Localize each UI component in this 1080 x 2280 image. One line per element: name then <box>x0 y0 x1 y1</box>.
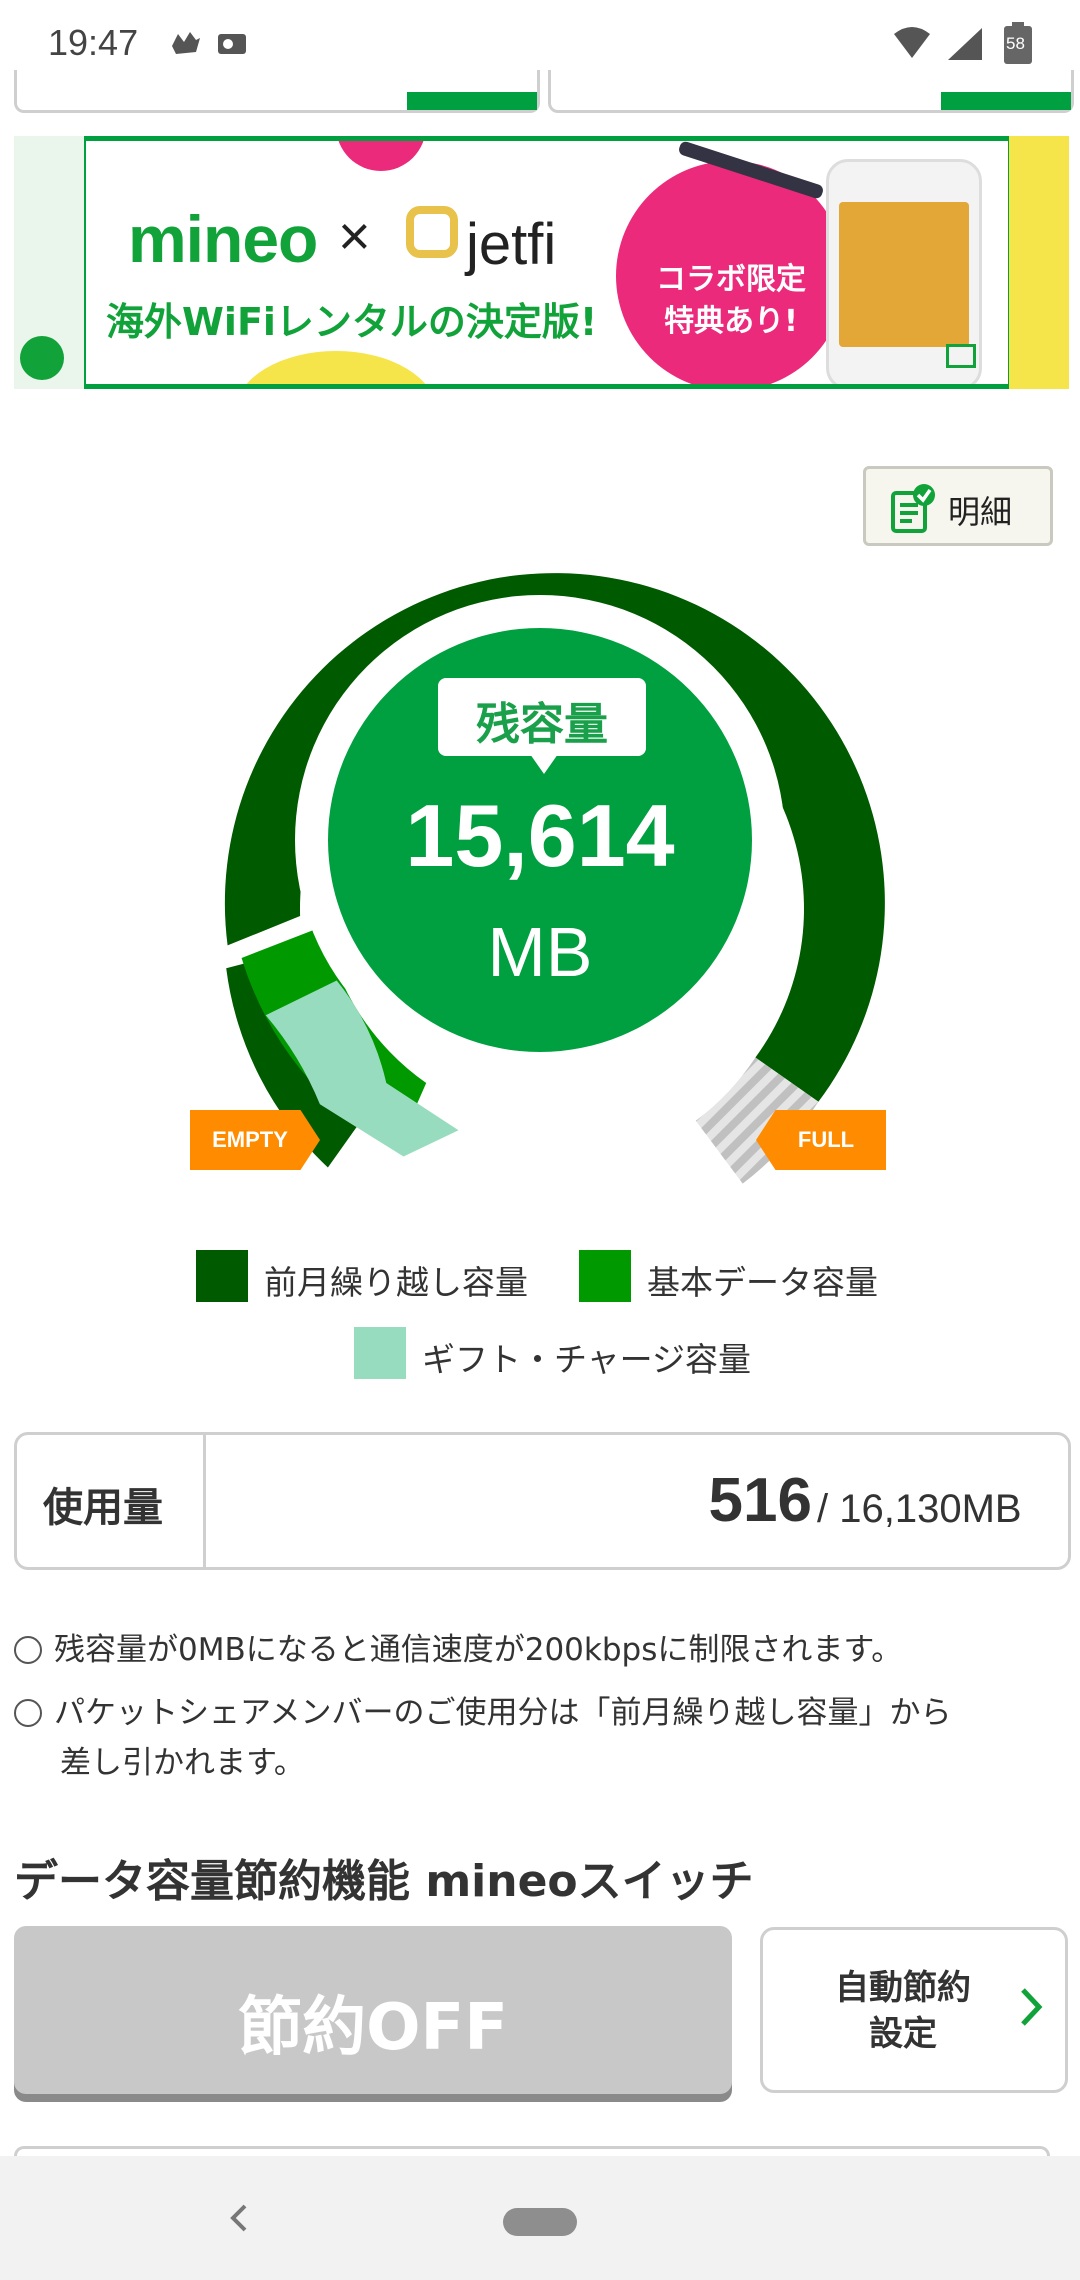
banner-subtitle: 海外WiFiレンタルの決定版! <box>106 300 598 344</box>
note-packet-share-text-cont: 差し引かれます。 <box>60 1745 305 1781</box>
wifi-icon <box>892 26 932 66</box>
home-pill-icon[interactable] <box>503 2208 577 2236</box>
status-time: 19:47 <box>48 22 139 63</box>
legend-swatch-basic <box>579 1250 631 1302</box>
auto-saving-label-line2: 設定 <box>869 2014 937 2054</box>
top-card-right[interactable] <box>548 70 1074 113</box>
banner-jetfi-logo: jetfi <box>466 212 557 277</box>
legend-swatch-gift <box>354 1327 406 1379</box>
auto-saving-label-line1: 自動節約 <box>835 1968 971 2008</box>
empty-tag: EMPTY <box>190 1110 320 1170</box>
banner-times: × <box>338 204 371 267</box>
legend-label-basic: 基本データ容量 <box>647 1263 878 1302</box>
usage-label-cell: 使用量 <box>17 1435 206 1567</box>
cellular-signal-icon <box>946 26 984 66</box>
remaining-unit: MB <box>487 913 593 991</box>
notification-mail-icon <box>214 26 250 66</box>
slideshow-icon-right <box>946 344 976 368</box>
auto-saving-label: 自動節約 設定 <box>823 1965 983 2057</box>
note-packet-share-cont: 差し引かれます。 <box>14 1738 305 1788</box>
mineo-switch-title: データ容量節約機能 mineoスイッチ <box>14 1856 754 1907</box>
battery-icon: 58 <box>1004 22 1032 68</box>
note-bullet-icon <box>14 1636 42 1664</box>
usage-total-value: / 16,130MB <box>817 1487 1022 1531</box>
saving-off-button[interactable]: 節約OFF <box>14 1926 732 2094</box>
top-card-left[interactable] <box>14 70 540 113</box>
note-throttle: 残容量が0MBになると通信速度が200kbpsに制限されます。 <box>14 1625 902 1675</box>
note-packet-share-text: パケットシェアメンバーのご使用分は「前月繰り越し容量」から <box>54 1695 952 1731</box>
notification-bird-icon <box>168 26 204 66</box>
legend-swatch-carryover <box>196 1250 248 1302</box>
promo-banner[interactable]: mineo × jetfi 海外WiFiレンタルの決定版! コラボ限定 特典あり… <box>14 136 1069 389</box>
legend-label-gift: ギフト・チャージ容量 <box>422 1340 752 1379</box>
saving-off-label: 節約OFF <box>238 1991 508 2065</box>
auto-saving-settings-button[interactable]: 自動節約 設定 <box>760 1927 1068 2093</box>
usage-box: 使用量 516 / 16,130MB <box>14 1432 1071 1570</box>
note-throttle-text: 残容量が0MBになると通信速度が200kbpsに制限されます。 <box>54 1632 903 1668</box>
usage-used-value: 516 <box>708 1466 812 1535</box>
banner-next-slide <box>1009 136 1069 389</box>
remaining-value: 15,614 <box>405 786 675 885</box>
note-bullet-icon <box>14 1699 42 1727</box>
note-packet-share: パケットシェアメンバーのご使用分は「前月繰り越し容量」から <box>14 1688 951 1738</box>
full-tag: FULL <box>756 1110 886 1170</box>
battery-level: 58 <box>1006 34 1025 53</box>
legend-label-carryover: 前月繰り越し容量 <box>264 1263 528 1302</box>
banner-promo-text: コラボ限定 特典あり! <box>656 262 806 339</box>
slideshow-icon <box>20 336 64 380</box>
banner-mineo-logo: mineo <box>128 202 318 276</box>
chevron-right-icon <box>1017 1982 1047 2036</box>
system-nav-bar <box>0 2156 1080 2280</box>
remaining-label: 残容量 <box>476 699 608 750</box>
jetfi-logo-icon <box>406 206 458 258</box>
back-icon[interactable] <box>225 2198 255 2242</box>
usage-label: 使用量 <box>43 1485 163 1531</box>
details-button-label: 明細 <box>948 493 1013 531</box>
